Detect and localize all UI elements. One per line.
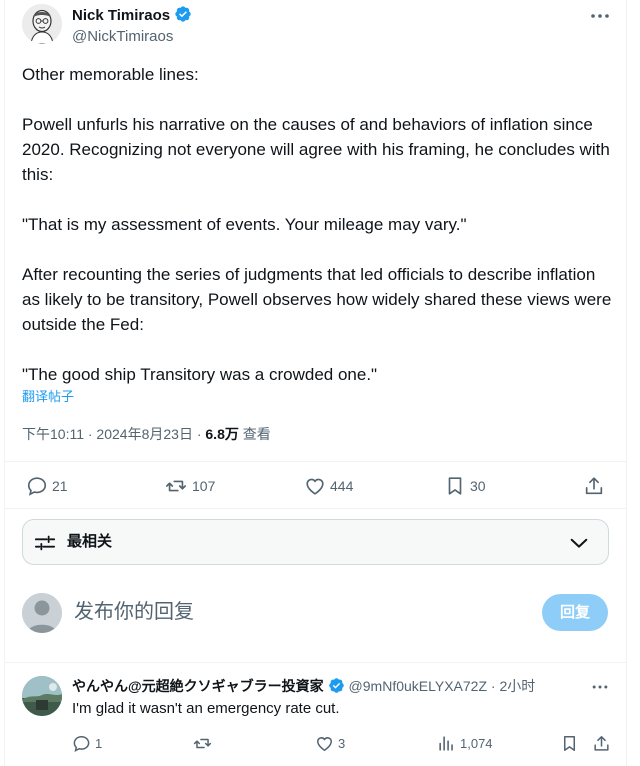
reply-reply-count: 1 xyxy=(95,735,103,751)
reply-views-action[interactable]: 1,074 xyxy=(437,733,493,753)
reply-author-name[interactable]: やんやん@元超絶クソギャブラー投資家 xyxy=(72,678,324,694)
retweet-icon xyxy=(166,480,186,492)
reply-text: I'm glad it wasn't an emergency rate cut… xyxy=(72,700,340,717)
tweet-paragraph: Powell unfurls his narrative on the caus… xyxy=(22,115,610,184)
more-icon xyxy=(591,14,609,18)
reply-icon xyxy=(27,477,47,496)
right-border xyxy=(626,0,627,766)
reply-like-action[interactable]: 3 xyxy=(315,733,345,753)
reply-count: 21 xyxy=(52,478,68,494)
reply-avatar[interactable] xyxy=(22,676,62,716)
author-avatar[interactable] xyxy=(22,4,62,44)
tweet-paragraph: "That is my assessment of events. Your m… xyxy=(22,215,467,234)
reply-reply-action[interactable]: 1 xyxy=(72,733,102,753)
retweet-icon xyxy=(193,738,212,748)
translate-link[interactable]: 翻译帖子 xyxy=(22,388,74,406)
reply-retweet-action[interactable] xyxy=(192,733,217,753)
views-label: 查看 xyxy=(238,426,271,442)
tweet-paragraph: "The good ship Transitory was a crowded … xyxy=(22,365,378,384)
more-icon xyxy=(592,685,608,689)
reply-views-count: 1,074 xyxy=(460,735,493,751)
bookmark-count: 30 xyxy=(470,478,486,494)
bookmark-action[interactable]: 30 xyxy=(444,474,486,498)
divider xyxy=(5,662,626,663)
chevron-down-icon xyxy=(570,538,588,548)
like-icon xyxy=(317,736,332,751)
more-button[interactable] xyxy=(588,4,612,28)
reply-handle-time[interactable]: @9mNf0ukELYXA72Z · 2小时 xyxy=(349,678,536,694)
user-avatar[interactable] xyxy=(22,593,62,633)
analytics-icon xyxy=(439,735,453,751)
tweet-paragraph: Other memorable lines: xyxy=(22,65,199,84)
sort-selector[interactable]: 最相关 xyxy=(22,519,609,565)
bookmark-icon xyxy=(563,735,576,751)
reply-share-action[interactable] xyxy=(592,733,611,753)
tweet-timestamp[interactable]: 下午10:11 · 2024年8月23日 · xyxy=(22,426,205,442)
divider xyxy=(5,461,626,462)
reply-action[interactable]: 21 xyxy=(26,474,68,498)
divider xyxy=(5,508,626,509)
author-name-text[interactable]: Nick Timiraos xyxy=(72,7,170,24)
sort-sliders-icon xyxy=(34,535,56,551)
like-action[interactable]: 444 xyxy=(304,474,353,498)
sort-label: 最相关 xyxy=(67,533,113,550)
reply-header: やんやん@元超絶クソギャブラー投資家 @9mNf0ukELYXA72Z · 2小… xyxy=(72,676,535,699)
verified-badge-icon xyxy=(328,677,345,699)
tweet-text: Other memorable lines: Powell unfurls hi… xyxy=(22,62,612,387)
reply-input[interactable]: 发布你的回复 xyxy=(74,598,194,626)
author-name[interactable]: Nick Timiraos xyxy=(72,5,192,29)
author-handle[interactable]: @NickTimiraos xyxy=(72,27,173,47)
share-icon xyxy=(594,735,609,751)
retweet-count: 107 xyxy=(192,478,216,494)
like-count: 444 xyxy=(330,478,354,494)
reply-button[interactable]: 回复 xyxy=(542,594,608,631)
share-icon xyxy=(585,477,603,495)
verified-badge-icon xyxy=(174,5,192,29)
reply-icon xyxy=(73,735,90,752)
tweet-meta: 下午10:11 · 2024年8月23日 · 6.8万 查看 xyxy=(22,424,271,444)
reply-bookmark-action[interactable] xyxy=(560,733,579,753)
share-action[interactable] xyxy=(583,474,605,498)
reply-more-button[interactable] xyxy=(590,677,610,702)
bookmark-icon xyxy=(448,477,462,495)
retweet-action[interactable]: 107 xyxy=(164,474,215,498)
left-border xyxy=(4,0,5,766)
reply-like-count: 3 xyxy=(338,735,346,751)
tweet-paragraph: After recounting the series of judgments… xyxy=(22,265,612,334)
like-icon xyxy=(306,478,324,495)
views-count: 6.8万 xyxy=(205,426,239,442)
